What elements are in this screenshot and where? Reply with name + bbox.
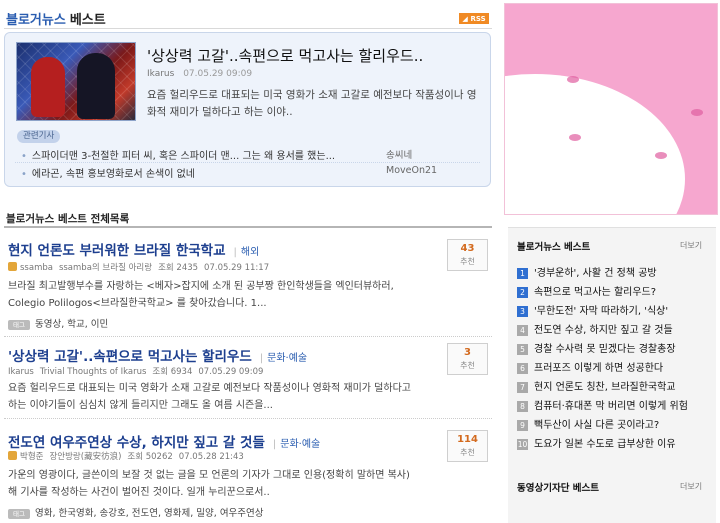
article-views: 2435 xyxy=(176,263,199,273)
list-section-title: 블로거뉴스 베스트 전체목록 xyxy=(6,213,130,225)
best-list-item[interactable]: 4 전도연 수상, 하지만 짚고 갈 것들 xyxy=(517,321,712,336)
section-header: 블로거뉴스 베스트 xyxy=(6,8,106,28)
article-author[interactable]: Ikarus xyxy=(8,367,34,377)
article-tags: 태그 영화, 한국영화, 송강호, 전도연, 영화제, 밀양, 여우주연상 xyxy=(8,505,264,519)
best-label: 베스트 xyxy=(69,12,106,28)
more-link[interactable]: 더보기 xyxy=(680,240,702,251)
article-item: 현지 언론도 부러워한 브라질 한국학교해외 ssamba ssamba의 브라질… xyxy=(4,230,492,335)
article-title[interactable]: 현지 언론도 부러워한 브라질 한국학교해외 xyxy=(8,239,259,259)
best-list-item[interactable]: 1 '경부운하', 사활 건 정책 공방 xyxy=(517,264,712,279)
related-item[interactable]: 에라곤, 속편 홍보영화로서 손색이 없네 xyxy=(21,165,195,180)
recommend-box[interactable]: 114 추천 xyxy=(447,430,488,462)
recommend-box[interactable]: 3 추천 xyxy=(447,343,488,375)
recommend-count: 3 xyxy=(464,347,471,358)
best-list-item[interactable]: 7 현지 언론도 칭찬, 브라질한국학교 xyxy=(517,378,712,393)
best-list-item[interactable]: 6 프러포즈 이렇게 하면 성공한다 xyxy=(517,359,712,374)
article-date: 07.05.29 11:17 xyxy=(204,263,270,273)
related-divider xyxy=(15,162,480,163)
recommend-count: 114 xyxy=(457,434,478,445)
article-item: '상상력 고갈'..속편으로 먹고사는 할리우드문화·예술 Ikarus Triv… xyxy=(4,337,492,417)
main-column: 블로거뉴스 베스트 ◢ RSS '상상력 고갈'..속편으로 먹고사는 할리우드… xyxy=(0,0,497,523)
article-meta: Ikarus Trivial Thoughts of Ikarus 조회 6934 0… xyxy=(8,367,264,377)
article-summary: 브라질 최고발행부수를 자랑하는 <베자>잡지에 소개 된 공부짱 한인학생들을… xyxy=(8,281,394,309)
article-summary: 가운의 영광이다, 글쓴이의 보잘 것 없는 글을 모 언론의 기자가 그대로 … xyxy=(8,470,410,498)
best-list-item[interactable]: 3 '무한도전' 자막 따라하기, '식상' xyxy=(517,302,712,317)
best-list-item[interactable]: 10 도요가 일본 수도로 급부상한 이유 xyxy=(517,435,712,450)
article-date: 07.05.29 09:09 xyxy=(198,367,264,377)
blog-news-label[interactable]: 블로거뉴스 xyxy=(6,9,66,28)
tag-icon: 태그 xyxy=(8,320,30,330)
article-title[interactable]: 전도연 여우주연상 수상, 하지만 짚고 갈 것들문화·예술 xyxy=(8,431,320,451)
article-title[interactable]: '상상력 고갈'..속편으로 먹고사는 할리우드문화·예술 xyxy=(8,345,307,365)
article-meta: 박형준 장안방랑(藏安彷浪) 조회 50262 07.05.28 21:43 xyxy=(8,450,244,462)
tag-icon: 태그 xyxy=(8,509,30,519)
article-category[interactable]: 문화·예술 xyxy=(273,439,320,450)
article-author[interactable]: ssamba xyxy=(20,263,53,273)
best-list-title: 블로거뉴스 베스트 xyxy=(517,242,591,253)
best-list-item[interactable]: 2 속편으로 먹고사는 할리우드? xyxy=(517,283,712,298)
article-category[interactable]: 문화·예술 xyxy=(260,353,307,364)
video-reporter-title: 동영상기자단 베스트 xyxy=(517,483,599,494)
featured-meta: Ikarus 07.05.29 09:09 xyxy=(147,69,252,79)
featured-date: 07.05.29 09:09 xyxy=(183,69,253,79)
article-meta: ssamba ssamba의 브라질 아리랑 조회 2435 07.05.29 11:… xyxy=(8,261,269,273)
featured-author[interactable]: Ikarus xyxy=(147,69,174,79)
related-label: 관련기사 xyxy=(17,130,61,143)
header-divider xyxy=(4,28,492,29)
article-category[interactable]: 해외 xyxy=(234,247,260,258)
best-list-panel: 블로거뉴스 베스트 더보기 1 '경부운하', 사활 건 정책 공방 2 속편으로 … xyxy=(508,227,716,523)
article-summary: 요즘 헐리우드로 대표되는 미국 영화가 소재 고갈로 예전보다 작품성이나 영… xyxy=(8,383,411,411)
advertisement-banner[interactable] xyxy=(504,3,718,215)
featured-thumbnail[interactable] xyxy=(16,42,136,121)
user-icon xyxy=(8,262,17,271)
related-author[interactable]: 송씨네 xyxy=(386,147,412,161)
best-list-item[interactable]: 8 컴퓨터·휴대폰 막 버리면 이렇게 위험 xyxy=(517,397,712,412)
featured-box: '상상력 고갈'..속편으로 먹고사는 할리우드.. Ikarus 07.05.… xyxy=(4,32,491,187)
article-date: 07.05.28 21:43 xyxy=(178,452,244,462)
recommend-box[interactable]: 43 추천 xyxy=(447,239,488,271)
recommend-count: 43 xyxy=(460,243,475,254)
article-blog[interactable]: 장안방랑(藏安彷浪) xyxy=(49,452,121,462)
article-author[interactable]: 박형준 xyxy=(20,452,43,462)
more-link[interactable]: 더보기 xyxy=(680,481,702,492)
article-blog[interactable]: ssamba의 브라질 아리랑 xyxy=(59,263,152,273)
article-item: 전도연 여우주연상 수상, 하지만 짚고 갈 것들문화·예술 박형준 장안방랑(藏… xyxy=(4,419,492,523)
list-section-divider xyxy=(4,226,492,228)
related-item[interactable]: 스파이더맨 3-천절한 피터 씨, 혹은 스파이더 맨... 그는 왜 용서를 … xyxy=(21,147,335,162)
rss-button[interactable]: ◢ RSS xyxy=(459,13,489,24)
featured-title[interactable]: '상상력 고갈'..속편으로 먹고사는 할리우드.. xyxy=(147,45,423,66)
sidebar: 블로거뉴스 베스트 더보기 1 '경부운하', 사활 건 정책 공방 2 속편으로 … xyxy=(504,0,720,523)
rss-icon: ◢ xyxy=(462,15,468,23)
article-blog[interactable]: Trivial Thoughts of Ikarus xyxy=(40,367,147,377)
featured-summary: 요즘 헐리우드로 대표되는 미국 영화가 소재 고갈로 예전보다 작품성이나 영… xyxy=(147,89,477,118)
article-views: 50262 xyxy=(145,452,173,462)
article-views: 6934 xyxy=(170,367,193,377)
best-list-item[interactable]: 9 뻑두산이 사실 다른 곳이라고? xyxy=(517,416,712,431)
article-tags: 태그 동영상, 학교, 이민 xyxy=(8,316,108,330)
user-icon xyxy=(8,451,17,460)
related-author[interactable]: MoveOn21 xyxy=(386,165,437,176)
best-list-item[interactable]: 5 경찰 수사력 못 믿겠다는 경찰총장 xyxy=(517,340,712,355)
